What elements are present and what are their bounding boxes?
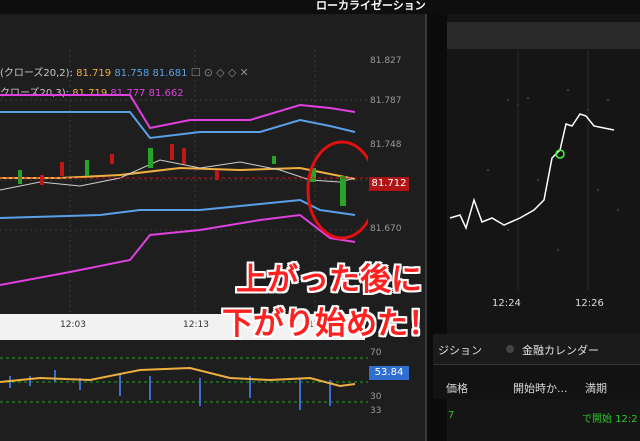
price-tick: 81.748 <box>370 140 402 150</box>
osc-line <box>0 366 356 388</box>
candle <box>18 170 22 184</box>
mini-chart-canvas[interactable] <box>448 50 640 294</box>
annotation-line-1: 上がった後に <box>236 262 422 298</box>
candle <box>182 148 186 164</box>
candle <box>85 160 89 176</box>
osc-current-tag: 53.84 <box>369 366 409 380</box>
mini-marker <box>555 149 565 159</box>
candle <box>148 148 153 168</box>
price-tick: 81.827 <box>370 56 402 66</box>
time-tick: 12:03 <box>60 320 86 330</box>
oscillator-canvas[interactable] <box>0 340 368 420</box>
candle <box>110 154 114 164</box>
candle <box>340 176 346 206</box>
mini-time-tick: 12:24 <box>492 298 521 309</box>
osc-histogram <box>9 370 331 410</box>
column-header-expiry[interactable]: 満期 <box>585 380 607 396</box>
price-tick: 81.670 <box>370 224 402 234</box>
mini-time-tick: 12:26 <box>575 298 604 309</box>
highlight-circle <box>306 140 368 240</box>
calendar-icon <box>506 345 514 353</box>
osc-tick: 70 <box>370 348 382 358</box>
current-price-tag: 81.712 <box>369 177 409 191</box>
candle <box>60 162 64 176</box>
price-tick: 81.787 <box>370 96 402 106</box>
osc-tick: 30 <box>370 392 382 402</box>
tab-economic-calendar[interactable]: 金融カレンダー <box>522 342 599 358</box>
column-header-start-time[interactable]: 開始時か... <box>513 380 568 396</box>
time-tick: 12:13 <box>183 320 209 330</box>
window-title: ローカライゼーション <box>316 0 426 12</box>
world-map-dots <box>486 88 620 252</box>
tab-positions[interactable]: ジション <box>438 342 482 358</box>
price-line <box>0 159 356 191</box>
table-cell: で開始 12:2 <box>582 414 638 425</box>
candle <box>272 156 276 164</box>
annotation-line-2: 下がり始めた！ <box>222 306 439 342</box>
candle <box>170 144 174 160</box>
mini-price-line <box>449 113 615 231</box>
candles <box>18 144 346 206</box>
osc-tick: 33 <box>370 406 382 416</box>
table-cell: 7 <box>448 410 455 421</box>
candle <box>40 175 44 185</box>
side-panel-header <box>447 22 640 49</box>
bb-inner-upper <box>0 111 356 140</box>
column-header-price[interactable]: 価格 <box>446 380 468 396</box>
